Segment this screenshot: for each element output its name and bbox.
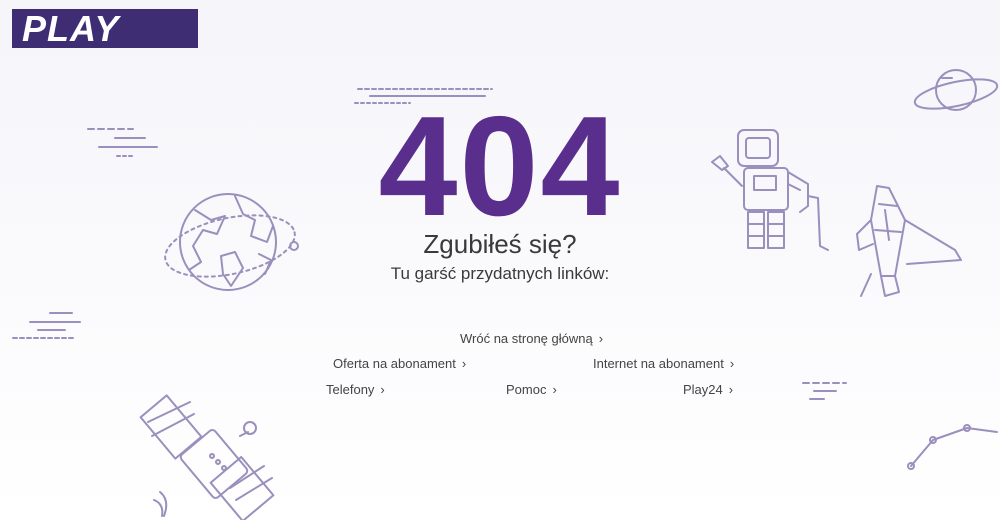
logo-text: PLAY bbox=[22, 8, 120, 49]
chevron-right-icon: › bbox=[552, 382, 557, 397]
play-logo[interactable]: PLAY bbox=[12, 9, 198, 48]
speed-lines-icon bbox=[12, 312, 81, 339]
constellation-icon bbox=[907, 424, 998, 470]
chevron-right-icon: › bbox=[380, 382, 385, 397]
phones-link-label: Telefony bbox=[326, 382, 375, 397]
speed-lines-icon bbox=[354, 88, 493, 104]
help-link[interactable]: Pomoc › bbox=[506, 382, 557, 398]
subscription-offer-link[interactable]: Oferta na abonament › bbox=[333, 356, 466, 372]
internet-subscription-label: Internet na abonament bbox=[593, 356, 724, 371]
play24-link-label: Play24 bbox=[683, 382, 723, 397]
home-link-label: Wróć na stronę główną bbox=[460, 331, 593, 346]
internet-subscription-link[interactable]: Internet na abonament › bbox=[593, 356, 734, 372]
speed-lines-icon bbox=[87, 128, 158, 157]
planet-icon bbox=[913, 69, 999, 111]
satellite-icon bbox=[139, 394, 275, 520]
globe-icon bbox=[164, 193, 299, 291]
phones-link[interactable]: Telefony › bbox=[326, 382, 385, 398]
astronaut-icon bbox=[711, 129, 829, 251]
chevron-right-icon: › bbox=[729, 356, 735, 371]
chevron-right-icon: › bbox=[461, 356, 467, 371]
subscription-offer-label: Oferta na abonament bbox=[333, 356, 456, 371]
chevron-right-icon: › bbox=[598, 331, 604, 346]
rocket-icon bbox=[856, 185, 962, 297]
chevron-right-icon: › bbox=[728, 382, 734, 397]
help-link-label: Pomoc bbox=[506, 382, 547, 397]
speed-lines-icon bbox=[802, 382, 847, 400]
play24-link[interactable]: Play24 › bbox=[683, 382, 733, 398]
home-link[interactable]: Wróć na stronę główną › bbox=[460, 331, 603, 347]
